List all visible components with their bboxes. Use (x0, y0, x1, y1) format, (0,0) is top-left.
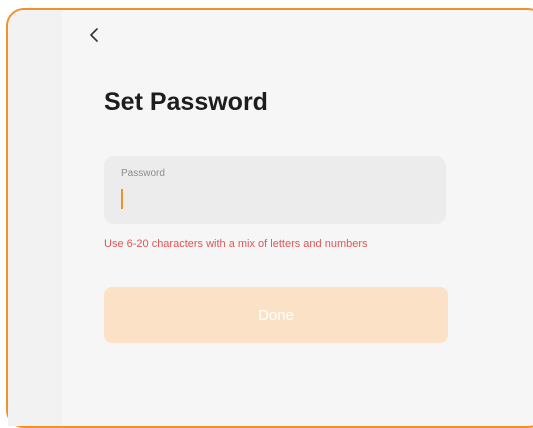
chevron-left-icon (90, 28, 98, 42)
app-window: Set Password Password Use 6-20 character… (6, 8, 533, 428)
password-input[interactable] (121, 186, 431, 210)
done-button[interactable]: Done (104, 287, 448, 343)
page-title: Set Password (104, 88, 268, 116)
password-hint: Use 6-20 characters with a mix of letter… (104, 238, 368, 250)
text-caret (121, 189, 123, 209)
password-field[interactable]: Password (104, 156, 446, 224)
back-button[interactable] (84, 24, 106, 46)
password-label: Password (121, 168, 165, 179)
left-pane (8, 10, 62, 426)
